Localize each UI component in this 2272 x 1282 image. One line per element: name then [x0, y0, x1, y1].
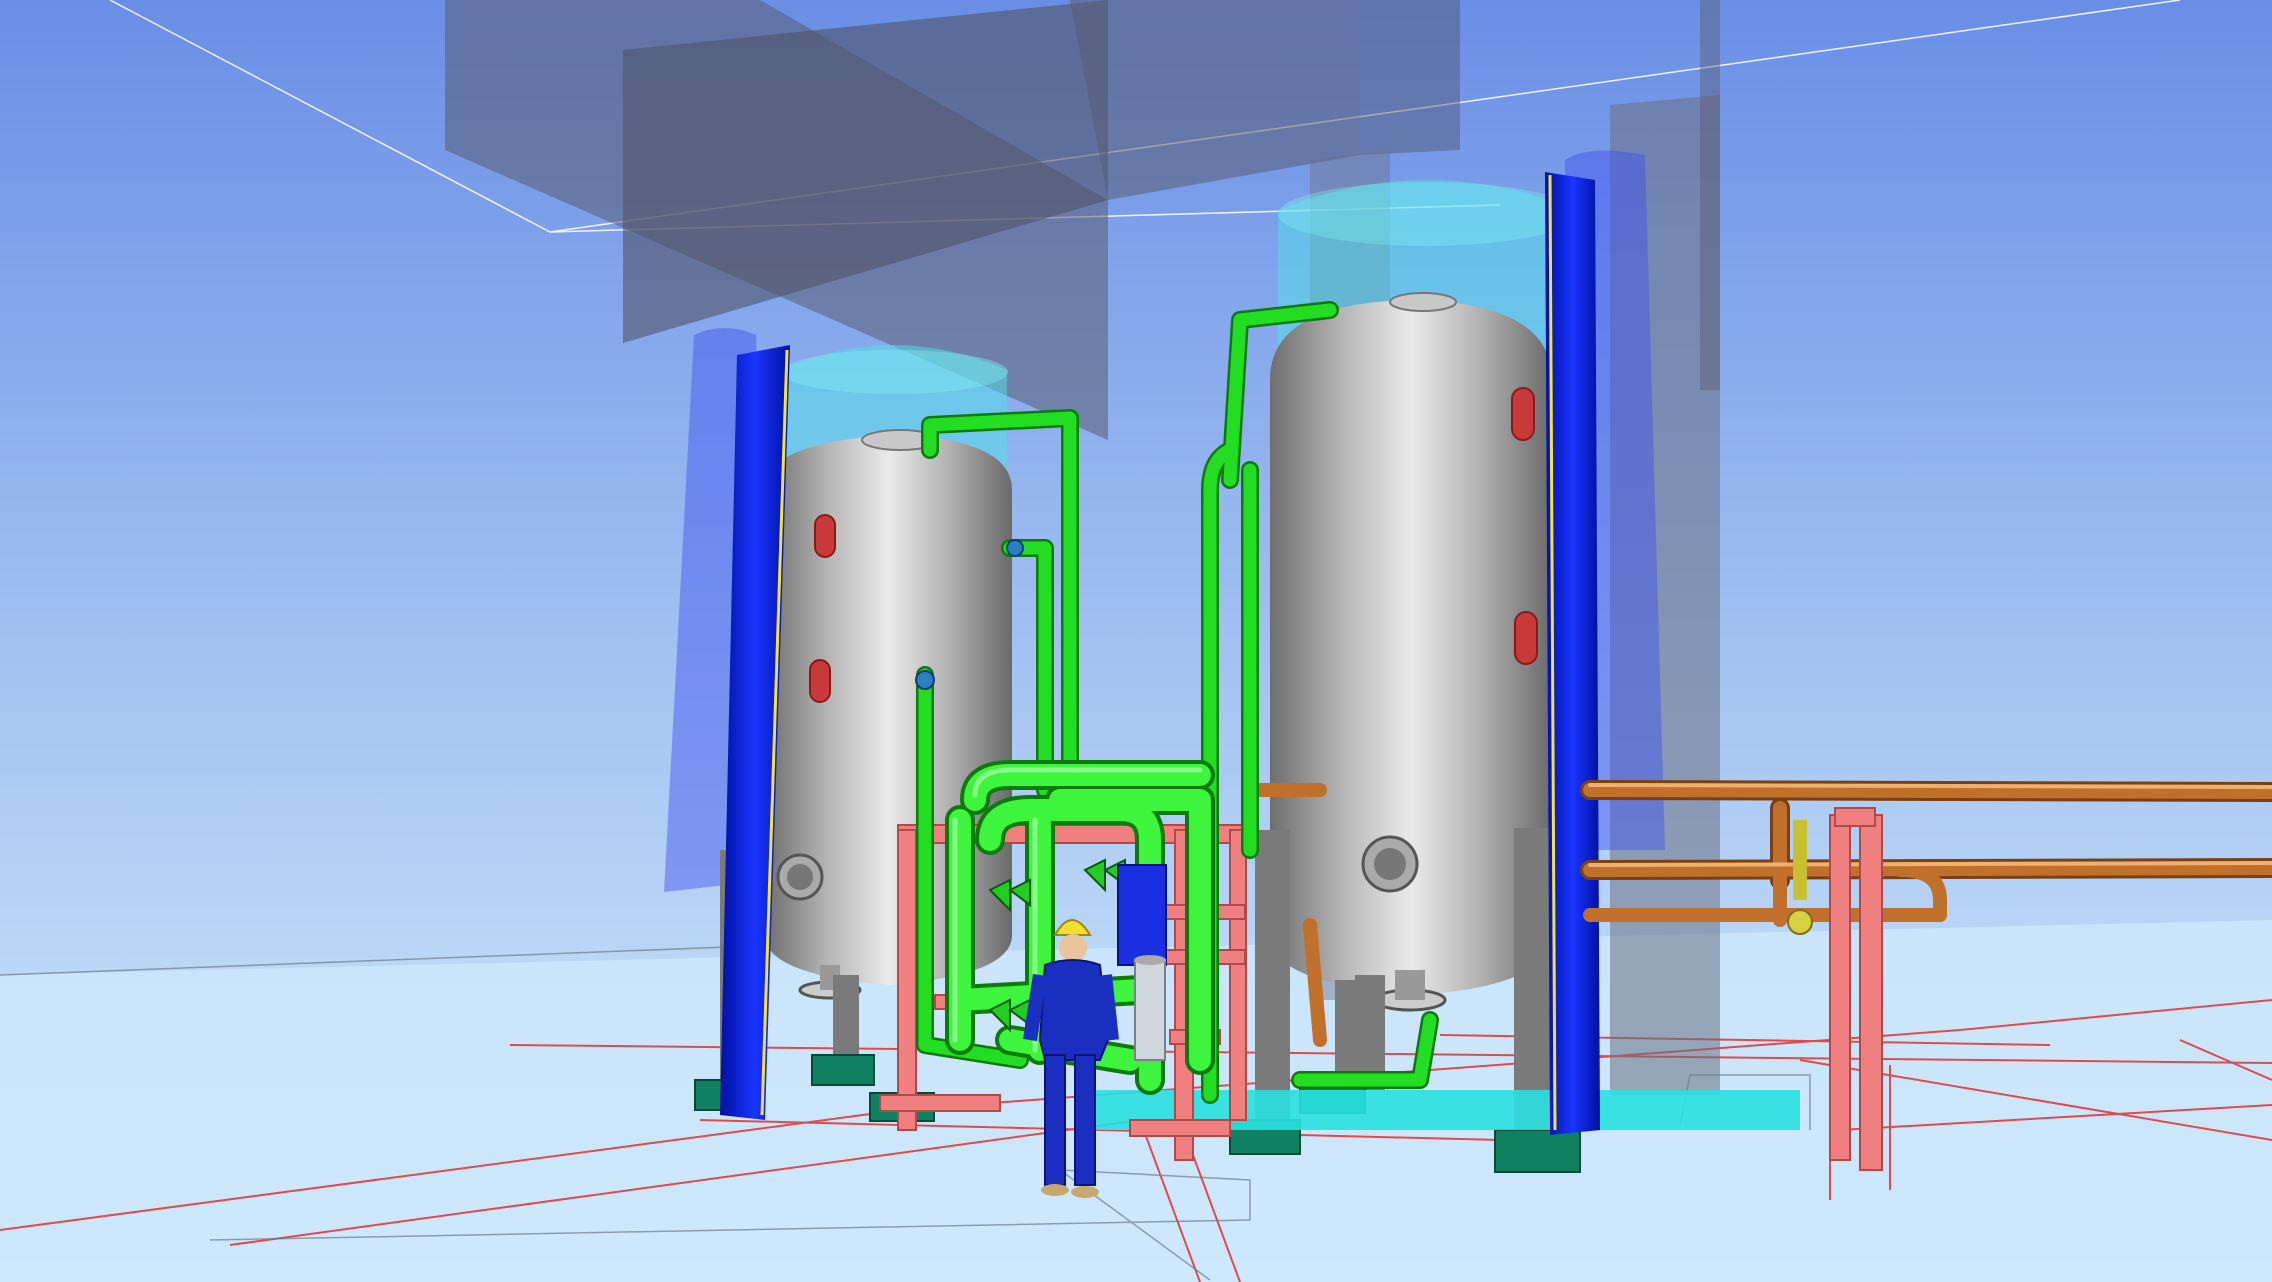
model-viewport[interactable]	[0, 0, 2272, 1282]
3d-scene[interactable]	[0, 0, 2272, 1282]
sight-glass-icon	[814, 514, 836, 558]
right-vessel[interactable]	[1270, 292, 1552, 1012]
sight-glass-icon	[1511, 387, 1535, 441]
sight-glass-icon	[1514, 611, 1538, 665]
sight-glass-icon	[809, 659, 831, 703]
